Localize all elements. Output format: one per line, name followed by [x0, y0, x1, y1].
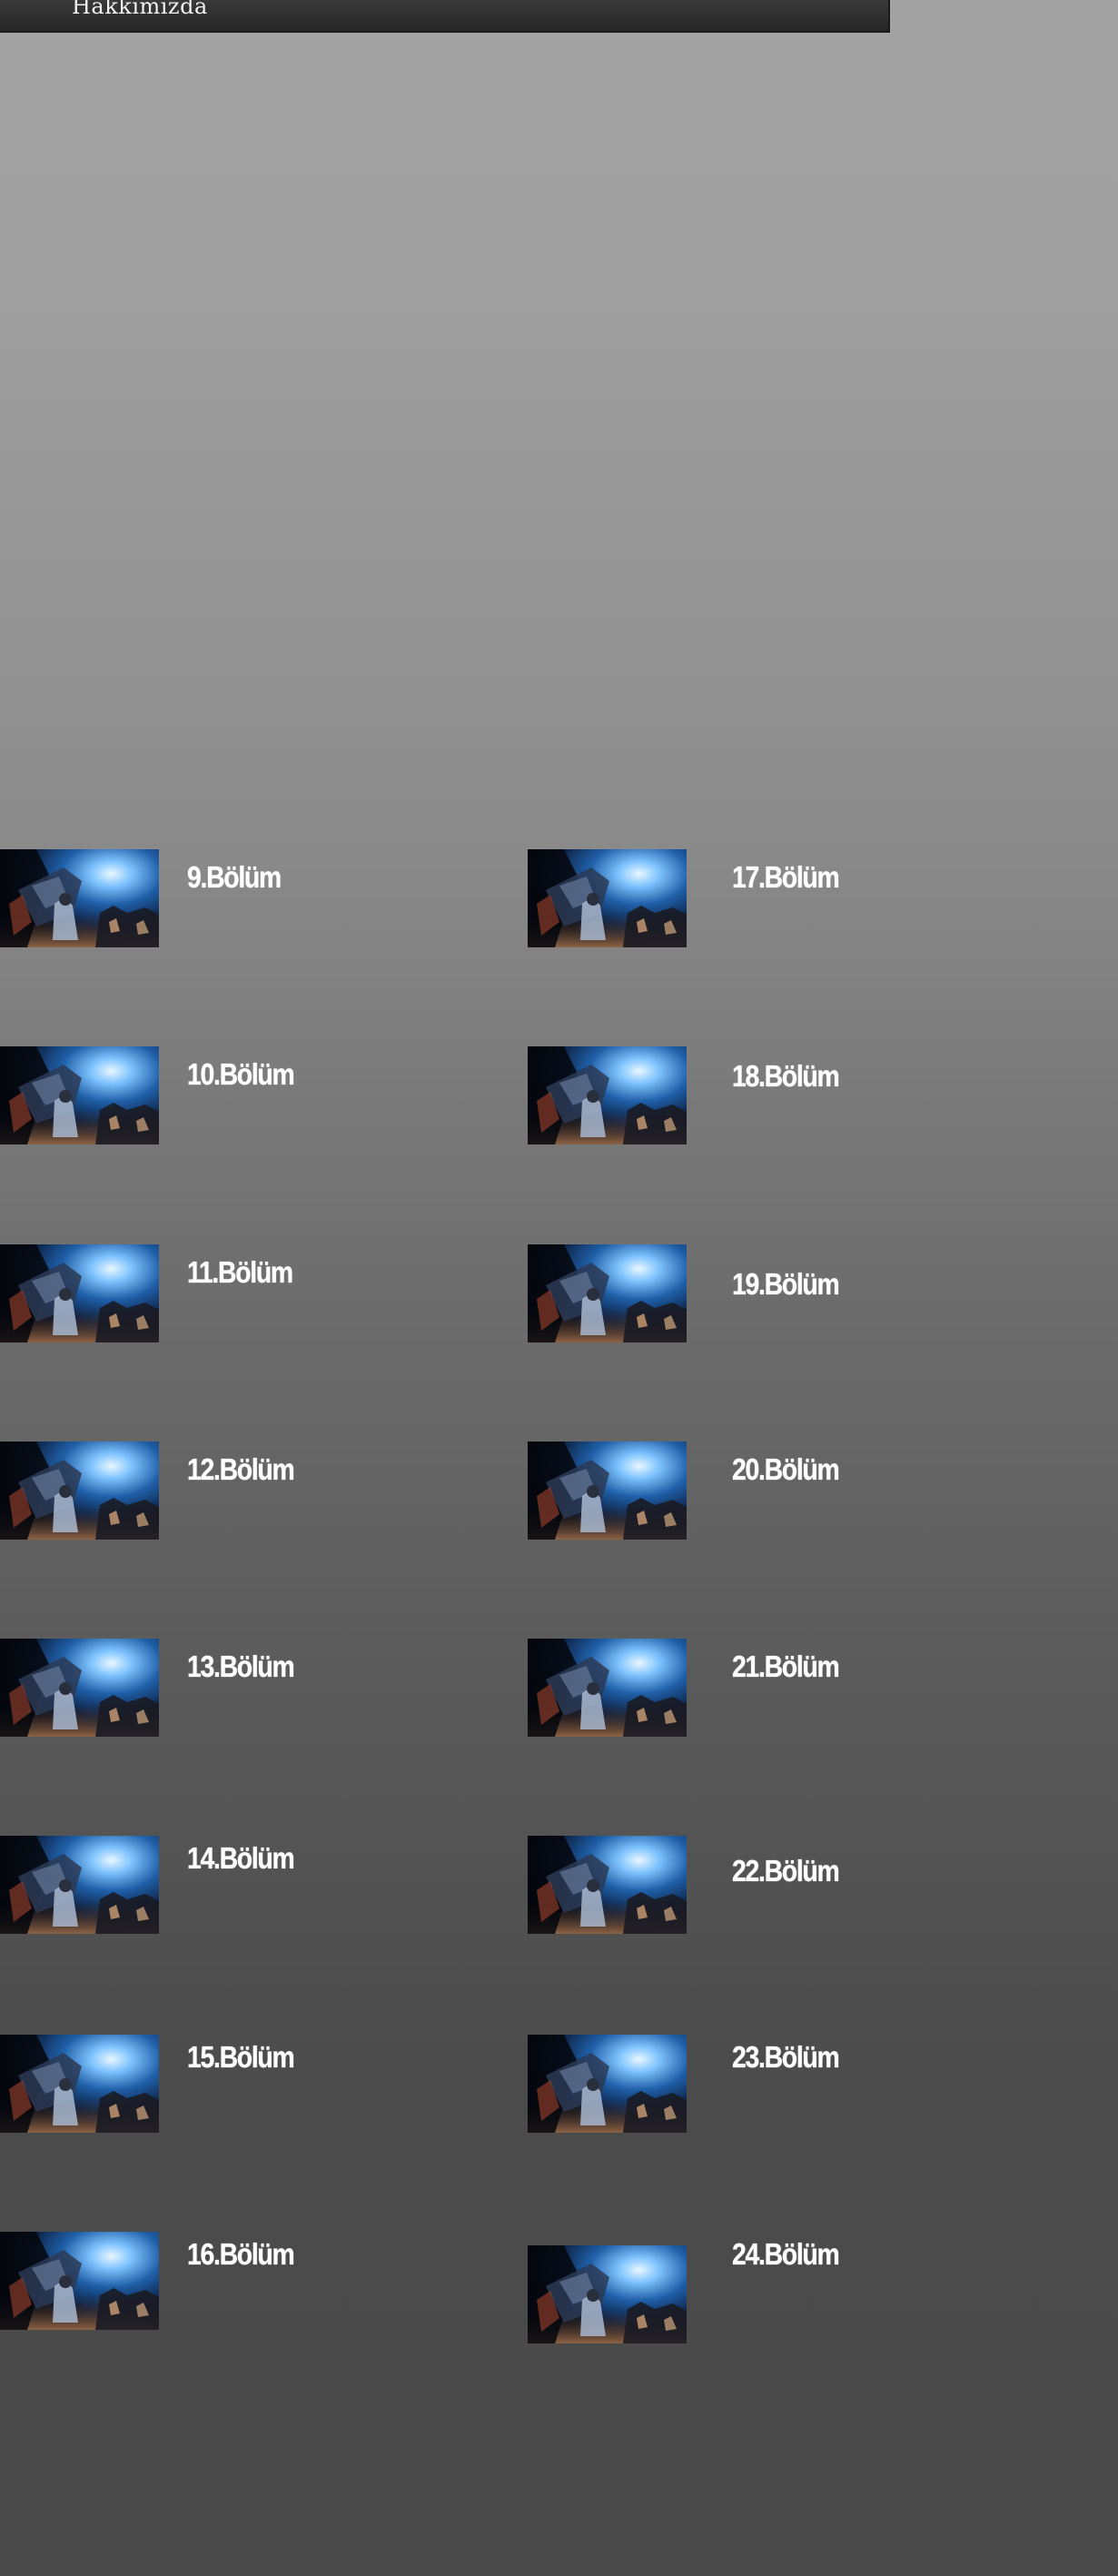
episode-item[interactable]: 22.Bölüm: [528, 1836, 1000, 1936]
episode-item[interactable]: 17.Bölüm: [528, 849, 1000, 949]
about-link[interactable]: Hakkımızda: [72, 0, 208, 19]
episode-title[interactable]: 19.Bölüm: [732, 1267, 840, 1302]
episode-title[interactable]: 14.Bölüm: [187, 1841, 295, 1876]
episode-item[interactable]: 24.Bölüm: [528, 2237, 1000, 2345]
episode-title[interactable]: 16.Bölüm: [187, 2237, 295, 2272]
top-navigation-bar: Hakkımızda: [0, 0, 890, 33]
episode-title[interactable]: 20.Bölüm: [732, 1452, 840, 1487]
episode-item[interactable]: 19.Bölüm: [528, 1244, 1000, 1344]
episode-thumbnail[interactable]: [0, 1639, 159, 1737]
episode-thumbnail[interactable]: [528, 1442, 687, 1540]
episode-thumbnail[interactable]: [0, 1244, 159, 1342]
episode-thumbnail[interactable]: [528, 1046, 687, 1144]
episode-thumbnail[interactable]: [528, 1639, 687, 1737]
episode-item[interactable]: 16.Bölüm: [0, 2232, 472, 2332]
episode-title[interactable]: 11.Bölüm: [187, 1255, 293, 1290]
episode-item[interactable]: 12.Bölüm: [0, 1442, 472, 1541]
episode-thumbnail[interactable]: [0, 2035, 159, 2133]
episode-item[interactable]: 14.Bölüm: [0, 1836, 472, 1936]
episode-item[interactable]: 18.Bölüm: [528, 1046, 1000, 1146]
episode-title[interactable]: 22.Bölüm: [732, 1854, 840, 1888]
episode-item[interactable]: 9.Bölüm: [0, 849, 472, 949]
episode-thumbnail[interactable]: [528, 1836, 687, 1934]
episode-thumbnail[interactable]: [0, 1046, 159, 1144]
episode-thumbnail[interactable]: [0, 849, 159, 947]
episode-title[interactable]: 21.Bölüm: [732, 1650, 840, 1684]
episode-title[interactable]: 10.Bölüm: [187, 1057, 295, 1092]
episode-title[interactable]: 23.Bölüm: [732, 2040, 840, 2075]
episode-item[interactable]: 20.Bölüm: [528, 1442, 1000, 1541]
episode-thumbnail[interactable]: [528, 1244, 687, 1342]
episode-thumbnail[interactable]: [528, 2245, 687, 2343]
episode-thumbnail[interactable]: [0, 1836, 159, 1934]
episode-item[interactable]: 15.Bölüm: [0, 2035, 472, 2135]
episode-thumbnail[interactable]: [528, 2035, 687, 2133]
episode-title[interactable]: 24.Bölüm: [732, 2237, 840, 2272]
episode-thumbnail[interactable]: [528, 849, 687, 947]
episode-title[interactable]: 17.Bölüm: [732, 860, 840, 895]
episode-thumbnail[interactable]: [0, 2232, 159, 2330]
episode-item[interactable]: 23.Bölüm: [528, 2035, 1000, 2135]
episode-thumbnail[interactable]: [0, 1442, 159, 1540]
episode-item[interactable]: 21.Bölüm: [528, 1639, 1000, 1739]
episode-title[interactable]: 18.Bölüm: [732, 1059, 840, 1094]
episode-item[interactable]: 11.Bölüm: [0, 1244, 472, 1344]
episode-title[interactable]: 9.Bölüm: [187, 860, 282, 895]
episode-item[interactable]: 10.Bölüm: [0, 1046, 472, 1146]
episode-title[interactable]: 13.Bölüm: [187, 1650, 295, 1684]
episode-title[interactable]: 12.Bölüm: [187, 1452, 295, 1487]
episode-title[interactable]: 15.Bölüm: [187, 2040, 295, 2075]
episode-item[interactable]: 13.Bölüm: [0, 1639, 472, 1739]
